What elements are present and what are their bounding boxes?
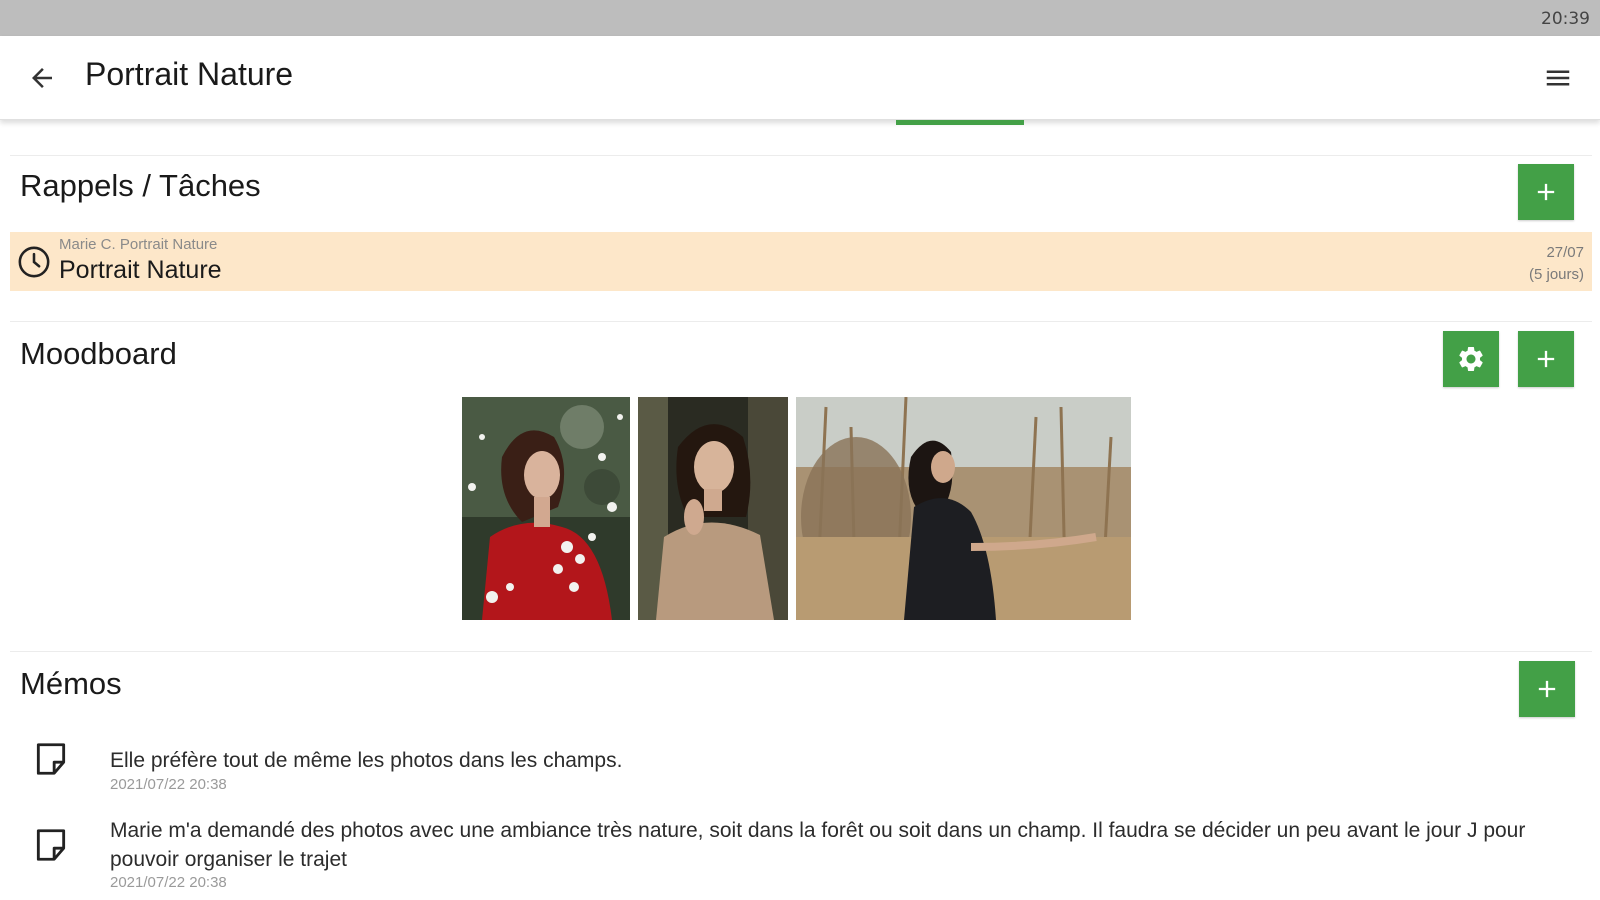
menu-button[interactable] <box>1538 58 1578 98</box>
add-memo-button[interactable] <box>1519 661 1575 717</box>
portrait-photo-2 <box>638 397 788 620</box>
plus-icon <box>1537 350 1555 368</box>
memo-text: Elle préfère tout de même les photos dan… <box>110 749 623 772</box>
reminders-section-title: Rappels / Tâches <box>20 168 261 203</box>
reminder-title: Portrait Nature <box>59 256 222 284</box>
status-time: 20:39 <box>1541 9 1590 29</box>
section-divider <box>10 155 1592 156</box>
note-icon <box>36 829 66 861</box>
moodboard-section-title: Moodboard <box>20 336 177 371</box>
memo-timestamp: 2021/07/22 20:38 <box>110 874 227 891</box>
reminder-days-left: (5 jours) <box>1528 266 1584 283</box>
memo-text: Marie m'a demandé des photos avec une am… <box>110 819 1526 871</box>
note-icon <box>36 743 66 775</box>
app-bar: Portrait Nature <box>0 36 1600 120</box>
tab-indicator <box>896 120 1024 125</box>
moodboard-photo-3[interactable] <box>796 397 1131 620</box>
moodboard-settings-button[interactable] <box>1443 331 1499 387</box>
arrow-left-icon <box>32 68 52 88</box>
add-moodboard-image-button[interactable] <box>1518 331 1574 387</box>
section-divider <box>10 321 1592 322</box>
add-reminder-button[interactable] <box>1518 164 1574 220</box>
reminder-subtitle: Marie C. Portrait Nature <box>59 236 218 253</box>
portrait-photo-1 <box>462 397 630 620</box>
page-title: Portrait Nature <box>85 56 294 92</box>
clock-icon <box>18 246 50 278</box>
reminder-due-date: 27/07 <box>1546 244 1584 261</box>
reminder-item[interactable]: Marie C. Portrait Nature Portrait Nature… <box>10 232 1592 291</box>
plus-icon <box>1537 183 1555 201</box>
reminder-date: 27/07 (5 jours) <box>1529 242 1584 286</box>
gear-icon <box>1459 347 1483 371</box>
back-button[interactable] <box>22 58 62 98</box>
moodboard-photo-1[interactable] <box>462 397 630 620</box>
plus-icon <box>1538 680 1556 698</box>
hamburger-menu-icon <box>1546 70 1570 86</box>
moodboard-photo-2[interactable] <box>638 397 788 620</box>
memos-section-title: Mémos <box>20 666 122 701</box>
section-divider <box>10 651 1592 652</box>
memo-timestamp: 2021/07/22 20:38 <box>110 776 227 793</box>
portrait-photo-3 <box>796 397 1131 620</box>
status-bar: 20:39 <box>0 0 1600 36</box>
